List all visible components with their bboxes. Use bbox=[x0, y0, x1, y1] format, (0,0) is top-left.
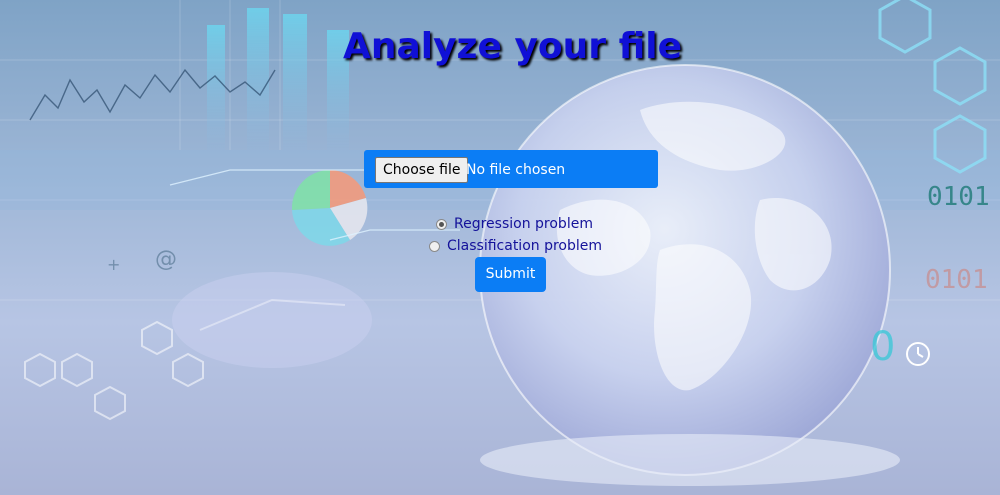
file-input[interactable]: Choose file No file chosen bbox=[364, 150, 658, 188]
choose-file-button[interactable]: Choose file bbox=[375, 157, 469, 183]
file-status-text: No file chosen bbox=[466, 162, 566, 178]
option-classification[interactable]: Classification problem bbox=[429, 238, 602, 254]
regression-label: Regression problem bbox=[454, 216, 593, 232]
option-regression[interactable]: Regression problem bbox=[436, 216, 593, 232]
binary-digits-top: 0101 bbox=[927, 182, 990, 212]
binary-digits-bottom: 0101 bbox=[925, 265, 988, 295]
at-symbol: @ bbox=[155, 247, 177, 272]
classification-label: Classification problem bbox=[447, 238, 603, 254]
svg-text:0: 0 bbox=[870, 324, 895, 370]
regression-radio[interactable] bbox=[436, 218, 447, 230]
classification-radio[interactable] bbox=[429, 240, 440, 252]
page-title: Analyze your file bbox=[342, 26, 683, 67]
submit-button[interactable]: Submit bbox=[475, 257, 546, 292]
plus-symbol: + bbox=[107, 255, 120, 274]
